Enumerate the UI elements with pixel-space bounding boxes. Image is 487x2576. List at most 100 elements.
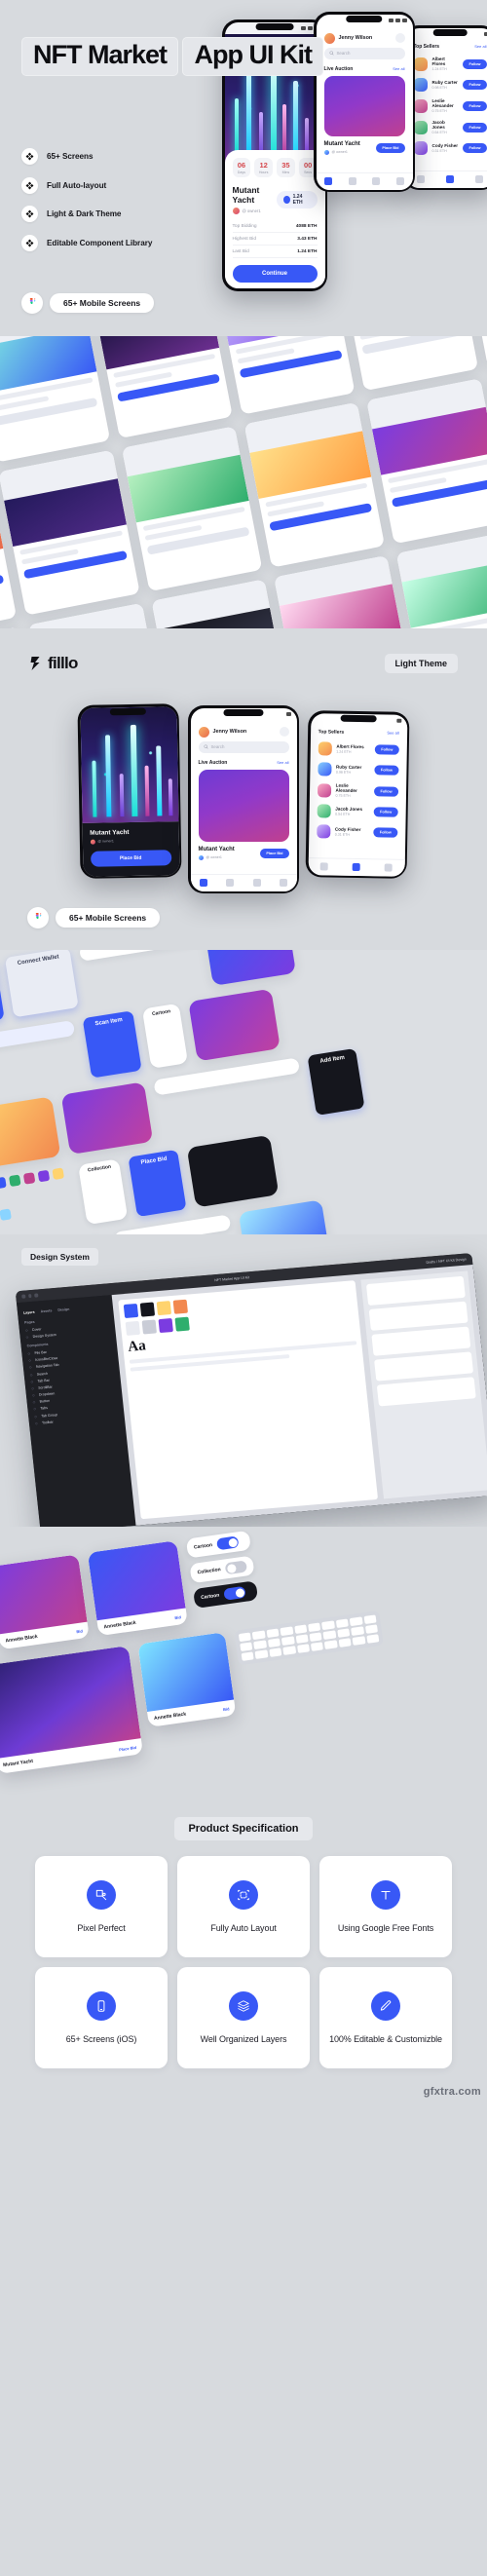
- bell-icon[interactable]: [394, 33, 405, 43]
- tab-layers[interactable]: Layers: [23, 1310, 35, 1315]
- follow-button[interactable]: Follow: [374, 765, 399, 776]
- showcase-card[interactable]: Annette Black Bid: [137, 1632, 237, 1727]
- key[interactable]: [241, 1651, 255, 1661]
- user-chip[interactable]: Jenny Wilson: [323, 32, 372, 44]
- minimize-icon[interactable]: [27, 1294, 32, 1299]
- toggle-row[interactable]: Cartoon: [185, 1530, 252, 1559]
- key[interactable]: [253, 1640, 267, 1650]
- component-button[interactable]: Add Item: [307, 1047, 365, 1116]
- see-all-link[interactable]: See all: [474, 44, 486, 49]
- component-button[interactable]: Place Bid: [0, 959, 5, 1027]
- search-input[interactable]: Search: [323, 47, 405, 59]
- place-bid-button[interactable]: Place Bid: [376, 142, 405, 153]
- key[interactable]: [363, 1614, 377, 1625]
- component-button[interactable]: Connect Wallet: [4, 950, 79, 1018]
- component-chip[interactable]: Collection: [78, 1158, 129, 1226]
- key[interactable]: [254, 1649, 269, 1659]
- tab-add-icon[interactable]: [372, 176, 381, 185]
- tab-profile-icon[interactable]: [279, 878, 287, 887]
- key[interactable]: [252, 1630, 266, 1641]
- bid-badge[interactable]: 1.24 ETH: [276, 191, 318, 208]
- tab-search-icon[interactable]: [348, 176, 356, 185]
- list-item[interactable]: Ruby Carter 0.98 ETH Follow: [406, 75, 487, 95]
- tab-add-icon[interactable]: [252, 878, 261, 887]
- component-chip[interactable]: Cartoon: [142, 1003, 188, 1069]
- showcase-card[interactable]: Annette Black Bid: [87, 1540, 188, 1637]
- bell-icon[interactable]: [279, 727, 289, 737]
- toggle-switch[interactable]: [216, 1535, 240, 1551]
- key[interactable]: [364, 1624, 378, 1634]
- tab-profile-icon[interactable]: [396, 176, 405, 185]
- component-button[interactable]: Scan Item: [82, 1010, 143, 1079]
- list-item[interactable]: Jacob Jones 0.54 ETH Follow: [309, 801, 405, 823]
- tab-profile-icon[interactable]: [475, 174, 484, 183]
- showcase-card[interactable]: Annette Black Bid: [0, 1554, 90, 1650]
- toggle-row[interactable]: Cartoon: [193, 1580, 259, 1610]
- list-item[interactable]: Jacob Jones 0.54 ETH Follow: [406, 117, 487, 138]
- key[interactable]: [280, 1626, 294, 1637]
- key[interactable]: [240, 1642, 253, 1652]
- toggle-switch[interactable]: [224, 1560, 248, 1575]
- key[interactable]: [296, 1644, 311, 1653]
- component-input[interactable]: [79, 950, 198, 962]
- place-bid-button[interactable]: Place Bid: [260, 848, 289, 858]
- tab-search-icon[interactable]: [352, 862, 360, 871]
- key[interactable]: [310, 1642, 324, 1651]
- list-item[interactable]: Cody Fisher 0.31 ETH Follow: [406, 138, 487, 159]
- card-action[interactable]: Bid: [76, 1628, 83, 1634]
- key[interactable]: [338, 1638, 352, 1648]
- tab-home-icon[interactable]: [416, 174, 425, 183]
- key[interactable]: [335, 1618, 350, 1629]
- window-controls[interactable]: [21, 1293, 38, 1299]
- see-all-link[interactable]: See all: [277, 760, 288, 765]
- card-action[interactable]: Bid: [174, 1614, 181, 1620]
- follow-button[interactable]: Follow: [375, 744, 399, 755]
- list-item[interactable]: Leslie Alexander 0.75 ETH Follow: [309, 779, 405, 803]
- follow-button[interactable]: Follow: [463, 58, 487, 69]
- key[interactable]: [281, 1636, 295, 1646]
- user-chip[interactable]: Jenny Wilson: [198, 726, 246, 738]
- place-bid-button[interactable]: Place Bid: [90, 849, 171, 867]
- featured-nft-card[interactable]: [323, 75, 405, 136]
- keyboard[interactable]: [234, 1610, 384, 1666]
- see-all-link[interactable]: See all: [387, 731, 398, 736]
- see-all-link[interactable]: See all: [393, 66, 404, 71]
- key[interactable]: [309, 1632, 322, 1642]
- list-item[interactable]: Leslie Alexander 0.75 ETH Follow: [406, 95, 487, 117]
- key[interactable]: [324, 1640, 338, 1649]
- list-item[interactable]: Cody Fisher 0.31 ETH Follow: [309, 821, 405, 844]
- list-item[interactable]: Ruby Carter 0.98 ETH Follow: [310, 759, 406, 781]
- key[interactable]: [293, 1624, 308, 1635]
- key[interactable]: [337, 1628, 351, 1638]
- tab-home-icon[interactable]: [200, 878, 208, 887]
- continue-button[interactable]: Continue: [232, 265, 318, 283]
- key[interactable]: [238, 1632, 252, 1643]
- key[interactable]: [266, 1628, 280, 1639]
- follow-button[interactable]: Follow: [463, 80, 487, 90]
- key[interactable]: [267, 1638, 281, 1648]
- key[interactable]: [269, 1648, 282, 1657]
- component-button[interactable]: Place Bid: [128, 1149, 187, 1218]
- key[interactable]: [352, 1636, 366, 1646]
- search-input[interactable]: Search: [198, 740, 289, 753]
- key[interactable]: [322, 1630, 337, 1640]
- tab-home-icon[interactable]: [323, 176, 332, 185]
- key[interactable]: [349, 1616, 363, 1627]
- component-input[interactable]: [0, 1019, 76, 1054]
- maximize-icon[interactable]: [34, 1293, 38, 1298]
- follow-button[interactable]: Follow: [373, 827, 397, 838]
- tab-design[interactable]: Design: [57, 1307, 69, 1312]
- card-action[interactable]: Bid: [223, 1706, 230, 1712]
- key[interactable]: [282, 1646, 296, 1655]
- follow-button[interactable]: Follow: [463, 100, 487, 111]
- key[interactable]: [295, 1634, 309, 1644]
- toggle-row[interactable]: Collection: [189, 1555, 255, 1584]
- tab-home-icon[interactable]: [319, 861, 328, 870]
- toggle-switch[interactable]: [223, 1585, 246, 1601]
- follow-button[interactable]: Follow: [374, 807, 398, 817]
- tab-search-icon[interactable]: [226, 878, 235, 887]
- follow-button[interactable]: Follow: [463, 122, 487, 133]
- key[interactable]: [365, 1634, 380, 1644]
- card-action[interactable]: Place Bid: [119, 1744, 137, 1751]
- follow-button[interactable]: Follow: [463, 143, 487, 153]
